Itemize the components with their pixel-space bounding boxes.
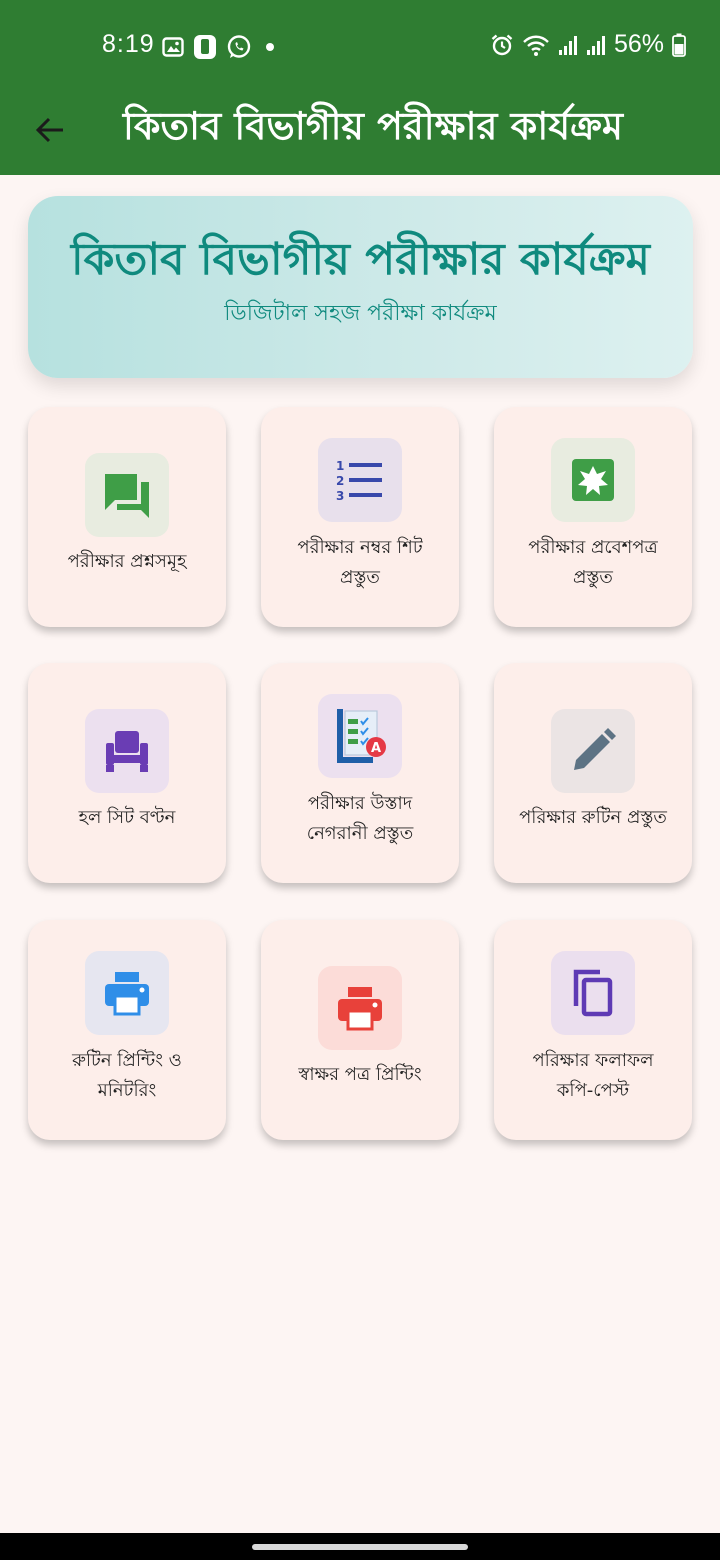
icon-container bbox=[318, 966, 402, 1050]
app-notification-icon bbox=[194, 35, 216, 59]
chat-bubbles-icon bbox=[105, 474, 149, 518]
card-label-line-2: প্রস্তুত bbox=[340, 567, 380, 588]
hero-subtitle: ডিজিটাল সহজ পরীক্ষা কার্যক্রম bbox=[224, 301, 497, 326]
system-status-icons: 56% bbox=[490, 30, 686, 59]
status-bar: 8:19 56% bbox=[0, 0, 720, 92]
svg-text:3: 3 bbox=[336, 489, 344, 502]
card-exam-routine[interactable]: পরিক্ষার রুটিন প্রস্তুত bbox=[494, 663, 692, 883]
icon-container: A bbox=[318, 694, 402, 778]
wifi-icon bbox=[523, 35, 549, 56]
printer-icon bbox=[338, 987, 382, 1031]
icon-container: 123 bbox=[318, 438, 402, 522]
system-navigation-bar bbox=[0, 1533, 720, 1560]
card-label-line-2: প্রস্তুত bbox=[573, 567, 613, 588]
gallery-icon bbox=[162, 37, 184, 57]
signal-icon-2 bbox=[586, 35, 605, 55]
card-result-copy-paste[interactable]: পরিক্ষার ফলাফল কপি-পেস্ট bbox=[494, 920, 692, 1140]
icon-container bbox=[551, 438, 635, 522]
checklist-grade-icon: A bbox=[337, 709, 386, 763]
pencil-icon bbox=[574, 728, 616, 770]
card-hall-seat[interactable]: হল সিট বণ্টন bbox=[28, 663, 226, 883]
notification-icons bbox=[162, 34, 279, 60]
svg-text:A: A bbox=[371, 741, 381, 756]
card-label-line-2: নেগরানী প্রস্তুত bbox=[306, 823, 414, 844]
admit-card-icon bbox=[572, 459, 614, 501]
card-label-line-1: পরীক্ষার প্রবেশপত্র bbox=[528, 537, 658, 558]
card-signature-printing[interactable]: স্বাক্ষর পত্র প্রিন্টিং bbox=[261, 920, 459, 1140]
card-invigilator[interactable]: A পরীক্ষার উস্তাদ নেগরানী প্রস্তুত bbox=[261, 663, 459, 883]
status-time: 8:19 bbox=[102, 30, 155, 58]
icon-container bbox=[551, 709, 635, 793]
app-bar: কিতাব বিভাগীয় পরীক্ষার কার্যক্রম bbox=[0, 92, 720, 175]
numbered-list-icon: 123 bbox=[336, 459, 382, 502]
card-admit-card[interactable]: পরীক্ষার প্রবেশপত্র প্রস্তুত bbox=[494, 407, 692, 627]
card-label: স্বাক্ষর পত্র প্রিন্টিং bbox=[298, 1064, 422, 1085]
card-label: পরিক্ষার রুটিন প্রস্তুত bbox=[519, 807, 667, 828]
printer-icon bbox=[105, 972, 149, 1016]
home-gesture-handle[interactable] bbox=[252, 1544, 468, 1550]
icon-container bbox=[85, 951, 169, 1035]
card-label: পরীক্ষার প্রশ্নসমূহ bbox=[67, 551, 187, 572]
card-label-line-1: পরীক্ষার নম্বর শিট bbox=[297, 537, 423, 558]
card-label-line-2: মনিটরিং bbox=[97, 1080, 157, 1101]
hero-title: কিতাব বিভাগীয় পরীক্ষার কার্যক্রম bbox=[71, 234, 650, 285]
alarm-icon bbox=[491, 34, 513, 55]
copy-icon bbox=[573, 969, 613, 1017]
battery-icon bbox=[672, 33, 686, 57]
battery-percent: 56% bbox=[613, 30, 664, 58]
svg-text:2: 2 bbox=[336, 474, 344, 488]
card-exam-questions[interactable]: পরীক্ষার প্রশ্নসমূহ bbox=[28, 407, 226, 627]
icon-container bbox=[85, 709, 169, 793]
app-bar-title: কিতাব বিভাগীয় পরীক্ষার কার্যক্রম bbox=[123, 104, 623, 148]
icon-container bbox=[551, 951, 635, 1035]
card-label-line-1: রুটিন প্রিন্টিং ও bbox=[72, 1050, 182, 1071]
whatsapp-icon bbox=[227, 35, 251, 58]
signal-icon-1 bbox=[558, 35, 577, 55]
card-label: হল সিট বণ্টন bbox=[78, 807, 176, 828]
seat-icon bbox=[106, 731, 148, 772]
icon-container bbox=[85, 453, 169, 537]
more-notifications-dot-icon bbox=[266, 43, 274, 51]
card-label-line-1: পরীক্ষার উস্তাদ bbox=[307, 793, 413, 814]
card-routine-printing[interactable]: রুটিন প্রিন্টিং ও মনিটরিং bbox=[28, 920, 226, 1140]
svg-text:1: 1 bbox=[336, 459, 344, 473]
card-marks-sheet[interactable]: 123 পরীক্ষার নম্বর শিট প্রস্তুত bbox=[261, 407, 459, 627]
card-label-line-1: পরিক্ষার ফলাফল bbox=[532, 1050, 654, 1071]
hero-banner: কিতাব বিভাগীয় পরীক্ষার কার্যক্রম ডিজিটা… bbox=[28, 196, 693, 378]
card-label-line-2: কপি-পেস্ট bbox=[556, 1080, 630, 1101]
